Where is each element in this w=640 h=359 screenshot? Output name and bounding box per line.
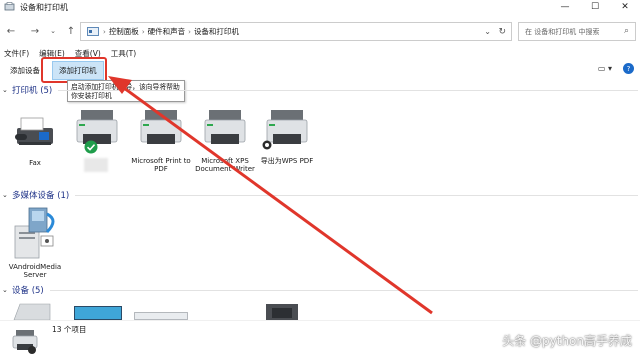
media-device-label: VAndroidMedia Server [8,262,62,280]
media-server-icon [14,207,55,259]
speaker-device-icon[interactable] [262,302,302,320]
collapse-chevron-icon[interactable]: ⌄ [2,286,10,294]
collapse-chevron-icon[interactable]: ⌄ [2,86,10,94]
up-arrow-icon[interactable]: ↑ [64,22,78,40]
devices-printers-status-icon [12,330,38,354]
breadcrumb-hardware-sound[interactable]: 硬件和声音 [148,26,186,37]
printer-item-wps-pdf[interactable]: 导出为WPS PDF [256,106,318,165]
network-printer-icon [262,140,272,150]
printer-icon [140,110,182,144]
window-controls: — ☐ ✕ [550,0,640,14]
menu-tools[interactable]: 工具(T) [111,48,136,60]
printer-item-microsoft-xps-document-writer[interactable]: Microsoft XPS Document Writer [194,106,256,174]
refresh-icon[interactable]: ↻ [498,27,506,37]
devices-section-header[interactable]: ⌄ 设备 (5) [2,284,638,296]
printers-section-header[interactable]: ⌄ 打印机 (5) [2,84,638,96]
media-item-vandroidmedia-server[interactable]: VAndroidMedia Server [4,204,66,280]
address-dropdown-icon[interactable]: ⌄ [484,27,491,36]
change-view-icon[interactable]: ▭ ▾ [598,64,612,73]
printers-section-label: 打印机 (5) [12,86,53,96]
title-bar: 设备和打印机 [0,0,640,14]
add-device-button[interactable]: 添加设备 [6,63,44,78]
printer-item-microsoft-print-to-pdf[interactable]: Microsoft Print to PDF [130,106,192,174]
printer-label: 导出为WPS PDF [260,156,314,165]
media-section-label: 多媒体设备 (1) [12,191,70,201]
address-bar[interactable]: › 控制面板 › 硬件和声音 › 设备和打印机 ⌄ ↻ [80,22,512,41]
printer-label: Microsoft Print to PDF [131,156,191,174]
printer-item-default[interactable] [66,106,128,157]
breadcrumb-separator: › [188,27,191,36]
item-count: 13 个项目 [52,325,87,334]
section-divider [49,289,638,291]
blurred-printer-label [84,158,108,172]
printer-item-fax[interactable]: Fax [4,108,66,167]
devices-section-label: 设备 (5) [12,286,44,296]
window-title: 设备和打印机 [20,2,68,12]
media-section-header[interactable]: ⌄ 多媒体设备 (1) [2,189,638,201]
printer-label: Fax [29,158,41,167]
breadcrumb-devices-printers[interactable]: 设备和打印机 [194,26,239,37]
close-button[interactable]: ✕ [610,0,640,14]
computer-device-icon[interactable] [10,302,54,320]
maximize-button[interactable]: ☐ [580,0,610,14]
watermark: 头条 @python高手养成 [502,334,632,348]
menu-file[interactable]: 文件(F) [4,48,29,60]
devices-printers-app-icon [4,2,15,11]
breadcrumb-separator: › [103,27,106,36]
default-checkmark-icon [84,140,98,154]
printer-icon [204,110,246,144]
search-placeholder: 在 设备和打印机 中搜索 [525,27,600,36]
minimize-button[interactable]: — [550,0,580,14]
control-panel-icon [87,27,99,36]
printer-label: Microsoft XPS Document Writer [195,156,255,174]
collapse-chevron-icon[interactable]: ⌄ [2,191,10,199]
section-divider [58,89,638,91]
breadcrumb-control-panel[interactable]: 控制面板 [109,26,139,37]
section-divider [75,194,638,196]
keyboard-device-icon[interactable] [134,312,188,320]
forward-arrow-icon[interactable]: → [28,22,42,40]
recent-locations-chevron-icon[interactable]: ⌄ [46,22,60,40]
breadcrumb-separator: › [141,27,145,36]
fax-icon [15,117,53,145]
monitor-device-icon[interactable] [74,306,122,320]
search-icon: ⌕ [623,26,629,36]
back-arrow-icon[interactable]: ← [4,22,18,40]
search-input[interactable]: 在 设备和打印机 中搜索 ⌕ [518,22,636,41]
help-icon[interactable]: ? [623,63,634,74]
